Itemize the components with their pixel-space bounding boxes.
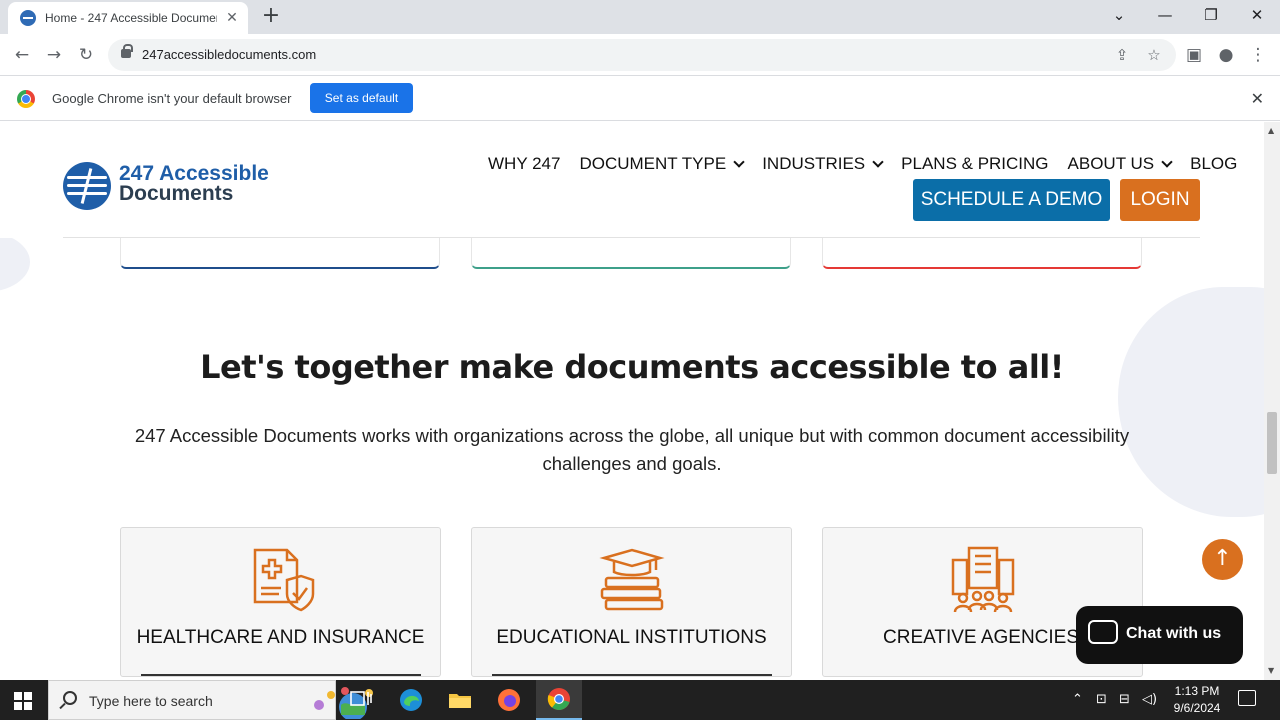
chrome-logo-icon [17, 90, 35, 108]
set-as-default-button[interactable]: Set as default [310, 83, 413, 113]
reload-icon[interactable]: ↻ [73, 42, 99, 68]
close-tab-icon[interactable]: ✕ [224, 10, 240, 26]
network-icon[interactable]: ⊟ [1119, 692, 1130, 707]
restore-button[interactable]: ❐ [1188, 0, 1234, 30]
industry-card-healthcare[interactable]: HEALTHCARE AND INSURANCE [120, 527, 441, 677]
firefox-icon[interactable] [496, 687, 522, 713]
windows-start-icon[interactable] [14, 692, 32, 710]
tab-title: Home - 247 Accessible Documents [45, 11, 217, 25]
menu-kebab-icon[interactable]: ⋮ [1245, 42, 1271, 68]
volume-icon[interactable]: ◁) [1142, 692, 1157, 707]
minimize-button[interactable]: — [1142, 0, 1188, 30]
site-logo-icon[interactable] [63, 162, 111, 210]
nav-blog[interactable]: BLOG [1190, 154, 1237, 174]
share-icon[interactable]: ⇪ [1111, 44, 1133, 66]
browser-tab-strip: Home - 247 Accessible Documents ✕ + ⌄ — … [0, 0, 1280, 34]
site-header: 247 Accessible Documents WHY 247 DOCUMEN… [0, 122, 1264, 238]
page-viewport: 247 Accessible Documents WHY 247 DOCUMEN… [0, 122, 1264, 680]
card-underline [141, 674, 421, 676]
default-browser-infobar: Google Chrome isn't your default browser… [0, 77, 1280, 121]
industry-card-education[interactable]: EDUCATIONAL INSTITUTIONS [471, 527, 792, 677]
nav-why-247[interactable]: WHY 247 [488, 154, 560, 174]
nav-plans-pricing[interactable]: PLANS & PRICING [901, 154, 1048, 174]
search-icon [63, 691, 77, 705]
office-building-people-icon [951, 546, 1015, 613]
industry-card-title: EDUCATIONAL INSTITUTIONS [496, 627, 767, 648]
taskbar-search-box[interactable]: Type here to search [48, 680, 373, 720]
header-divider [63, 237, 1200, 238]
clock-time: 1:13 PM [1174, 684, 1220, 698]
address-bar[interactable]: 247accessibledocuments.com ⇪ ☆ [108, 39, 1176, 71]
scroll-to-top-button[interactable]: ↑ [1202, 539, 1243, 580]
edge-browser-icon[interactable] [398, 687, 424, 713]
browser-tab[interactable]: Home - 247 Accessible Documents ✕ [8, 2, 248, 34]
new-tab-button[interactable]: + [258, 4, 284, 30]
taskbar-search-placeholder: Type here to search [89, 693, 213, 709]
notification-icon[interactable] [1238, 690, 1256, 706]
nav-industries[interactable]: INDUSTRIES [762, 154, 884, 174]
tab-search-icon[interactable]: ⌄ [1096, 0, 1142, 30]
chat-widget-button[interactable]: Chat with us [1076, 606, 1243, 664]
clock-date: 9/6/2024 [1173, 701, 1221, 715]
infobar-message: Google Chrome isn't your default browser [52, 91, 292, 106]
close-window-button[interactable]: ✕ [1234, 0, 1280, 30]
task-view-icon[interactable] [348, 687, 374, 713]
forward-icon[interactable]: → [41, 42, 67, 68]
profile-avatar-icon[interactable]: ● [1213, 42, 1239, 68]
decorative-blob [1118, 287, 1264, 517]
site-logo-icon [20, 10, 36, 26]
main-nav: WHY 247 DOCUMENT TYPE INDUSTRIES PLANS &… [488, 154, 1237, 174]
tray-device-icon[interactable]: ⊡ [1096, 692, 1107, 707]
url-text[interactable]: 247accessibledocuments.com [142, 47, 316, 62]
bookmark-star-icon[interactable]: ☆ [1143, 44, 1165, 66]
industry-card-title: HEALTHCARE AND INSURANCE [136, 627, 425, 648]
tray-chevron-up-icon[interactable]: ⌃ [1072, 692, 1083, 707]
close-infobar-icon[interactable]: ✕ [1251, 89, 1264, 108]
healthcare-shield-icon [253, 548, 315, 612]
nav-document-type[interactable]: DOCUMENT TYPE [579, 154, 745, 174]
chrome-icon [547, 688, 570, 710]
back-icon[interactable]: ← [9, 42, 35, 68]
section-heading: Let's together make documents accessible… [200, 348, 1064, 386]
scroll-up-icon[interactable]: ▲ [1268, 126, 1274, 135]
nav-about-us[interactable]: ABOUT US [1068, 154, 1173, 174]
card-underline [492, 674, 772, 676]
chevron-down-icon [872, 155, 884, 168]
schedule-demo-button[interactable]: SCHEDULE A DEMO [913, 179, 1110, 221]
logo-line-2: Documents [119, 182, 234, 205]
browser-toolbar: ← → ↻ 247accessibledocuments.com ⇪ ☆ ▣ ●… [0, 34, 1280, 76]
chrome-taskbar-button[interactable] [536, 680, 582, 720]
taskbar-clock[interactable]: 1:13 PM 9/6/2024 [1160, 683, 1234, 717]
section-description: 247 Accessible Documents works with orga… [134, 425, 1130, 474]
login-button[interactable]: LOGIN [1120, 179, 1200, 221]
scroll-down-icon[interactable]: ▼ [1268, 666, 1274, 675]
page-scrollbar[interactable]: ▲ ▼ [1264, 122, 1280, 680]
file-explorer-icon[interactable] [447, 687, 473, 713]
chat-bubble-icon [1088, 620, 1118, 644]
books-graduation-cap-icon [599, 548, 665, 611]
chevron-down-icon [1161, 155, 1173, 168]
decorative-blob [0, 232, 30, 292]
windows-taskbar: Type here to search ⌃ ⊡ ⊟ ◁) 1:13 PM 9/6… [0, 680, 1280, 720]
scrollbar-thumb[interactable] [1267, 412, 1277, 474]
side-panel-icon[interactable]: ▣ [1181, 42, 1207, 68]
site-logo-text[interactable]: 247 Accessible Documents [119, 162, 269, 205]
lock-icon[interactable] [121, 44, 133, 58]
logo-line-1: 247 Accessible [119, 162, 269, 185]
chat-label: Chat with us [1126, 625, 1222, 642]
chevron-down-icon [733, 155, 745, 168]
